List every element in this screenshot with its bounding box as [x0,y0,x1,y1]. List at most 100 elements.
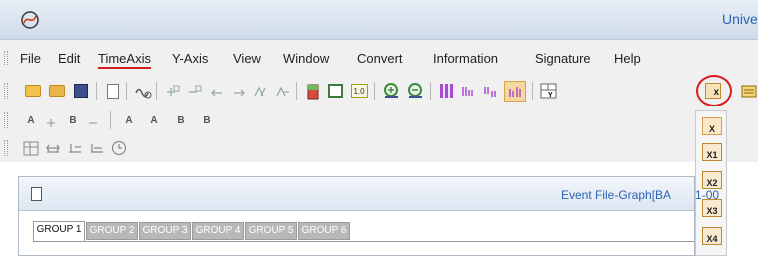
cursor-remove-icon [189,85,202,93]
tab-underline [33,241,694,242]
toolbar-separator [156,82,157,100]
menu-information[interactable]: Information [433,51,498,66]
graph-window-title: Event File-Graph[BA 1-00 [561,188,719,202]
graph-window: Event File-Graph[BA 1-00 GROUP 1 GROUP 2 … [18,176,719,256]
cursor-ab-label: A [150,114,158,126]
toolbar-separator [374,82,375,100]
menu-y-axis[interactable]: Y-Axis [172,51,208,66]
clock-icon [111,140,127,156]
cursor-b-label: B [69,114,77,126]
app-logo-icon [21,11,39,29]
graph-document-icon [31,187,42,201]
x-axis-option-x2-label: X2 [706,178,718,188]
tab-group-1[interactable]: GROUP 1 [33,221,85,241]
bars-selected-icon [509,86,521,97]
toolbar-grip[interactable] [4,140,8,156]
toolbar-separator [430,82,431,100]
menubar-grip[interactable] [4,51,8,65]
tab-group-6[interactable]: GROUP 6 [298,222,350,240]
cursor-ab-button[interactable]: A [142,111,166,129]
time-span-button[interactable] [44,139,62,157]
save-button[interactable] [72,82,90,100]
overflow-button[interactable] [740,82,758,100]
menu-timeaxis[interactable]: TimeAxis [98,51,151,69]
toolbar-separator [110,111,111,129]
x-axis-option-x1[interactable]: X1 [702,143,722,161]
cursor-a-add-button[interactable]: A [22,111,40,129]
time-grid-button[interactable] [22,139,40,157]
bars-button[interactable] [438,82,456,100]
cursor-b-remove-button[interactable] [86,111,104,129]
tab-group-2[interactable]: GROUP 2 [86,222,138,240]
menu-signature[interactable]: Signature [535,51,591,66]
scale-one-button[interactable]: 1.0 [348,82,370,100]
menu-window[interactable]: Window [283,51,329,66]
open-folder-icon [25,85,41,97]
open-recent-icon [49,85,65,97]
cursor-remove-button[interactable] [186,82,204,100]
toolbar-separator [126,82,127,100]
x-axis-option-x3-label: X3 [706,206,718,216]
time-shift-button[interactable] [66,139,84,157]
cursor-b-jump-label: B [177,114,185,126]
x-axis-option-x4[interactable]: X4 [702,227,722,245]
menu-help[interactable]: Help [614,51,641,66]
bars-mini-button[interactable] [482,82,500,100]
zoom-out-icon [407,83,422,98]
x-axis-option-x2[interactable]: X2 [702,171,722,189]
y-axis-button[interactable]: Y [540,82,558,100]
x-axis-option-x[interactable]: X [702,117,722,135]
time-start-icon [91,144,103,153]
document-icon [107,83,119,99]
cursor-b-add-button[interactable]: B [64,111,82,129]
toolbar-separator [96,82,97,100]
document-button[interactable] [104,82,122,100]
overflow-icon [741,85,757,98]
menubar: File Edit TimeAxis Y-Axis View Window Co… [0,40,758,76]
bars-small-icon [462,87,473,96]
cursor-toolbar: A B A A B B [0,106,758,134]
tab-group-5[interactable]: GROUP 5 [245,222,297,240]
wave-tool-button[interactable] [134,82,152,100]
battery-button[interactable] [304,82,322,100]
time-shift-icon [69,144,81,153]
toolbar-grip[interactable] [4,83,8,99]
list-view-icon [327,84,343,98]
cursor-right-icon [234,89,245,97]
cursor-ungroup-button[interactable] [274,82,292,100]
bars-selected-button[interactable] [504,81,526,102]
menu-view[interactable]: View [233,51,261,66]
open-folder-button[interactable] [24,82,42,100]
bars-small-button[interactable] [460,82,478,100]
menu-convert[interactable]: Convert [357,51,403,66]
toolbar-grip[interactable] [4,112,8,128]
cursor-group-button[interactable] [252,82,270,100]
tab-group-4[interactable]: GROUP 4 [192,222,244,240]
open-recent-button[interactable] [48,82,66,100]
clock-button[interactable] [110,139,128,157]
window-titlebar: Unive [0,0,758,40]
cursor-a-jump-button[interactable]: A [118,111,140,129]
cursor-add-button[interactable] [164,82,182,100]
menu-file[interactable]: File [20,51,41,66]
list-view-button[interactable] [326,82,344,100]
save-icon [74,84,88,98]
menu-edit[interactable]: Edit [58,51,80,66]
toolbar-separator [532,82,533,100]
zoom-in-button[interactable] [382,82,400,100]
tab-group-3[interactable]: GROUP 3 [139,222,191,240]
zoom-in-icon [383,83,398,98]
zoom-out-button[interactable] [406,82,424,100]
cursor-left-button[interactable] [208,82,226,100]
svg-text:Y: Y [548,92,553,99]
x-axis-option-x4-label: X4 [706,234,718,244]
time-start-button[interactable] [88,139,106,157]
cursor-b-end-button[interactable]: B [196,111,218,129]
cursor-ungroup-icon [276,86,289,97]
window-title: Unive [722,11,758,27]
cursor-a-remove-button[interactable] [44,111,62,129]
cursor-b-jump-button[interactable]: B [170,111,192,129]
wave-tool-icon [134,88,151,98]
cursor-right-button[interactable] [230,82,248,100]
time-span-icon [46,144,60,153]
